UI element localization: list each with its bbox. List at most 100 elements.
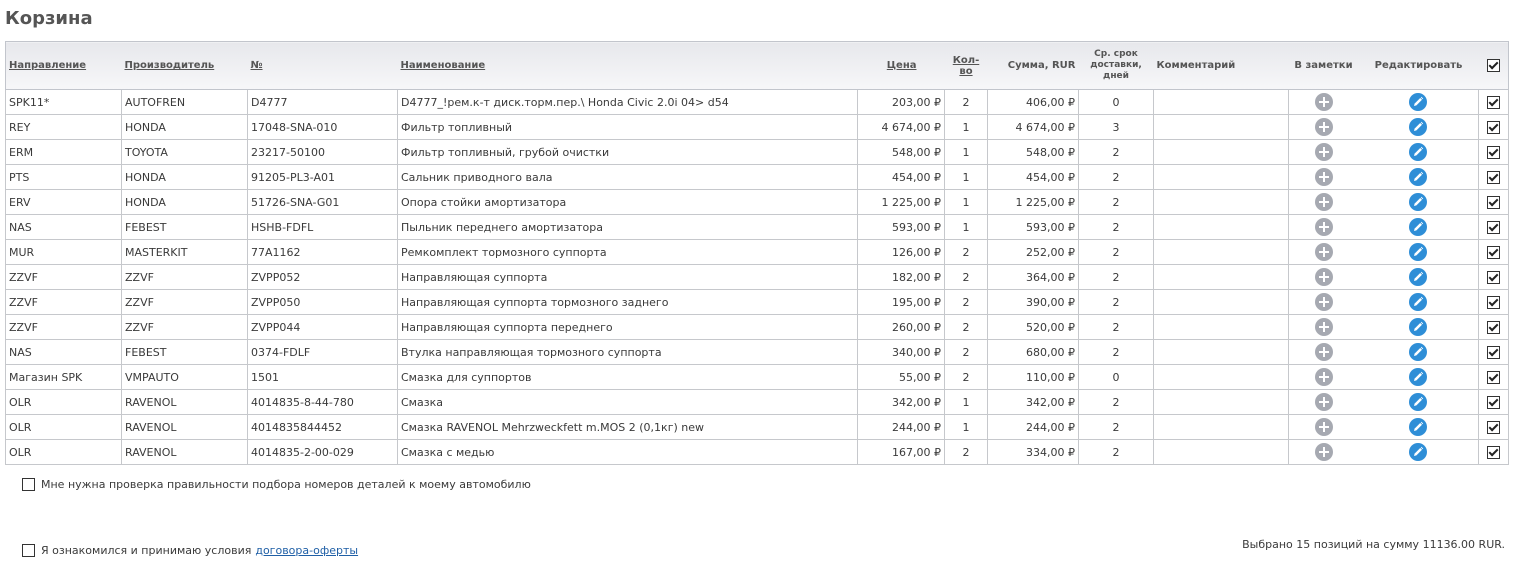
select-all-checkbox[interactable] [1486,59,1500,72]
pencil-circle-icon[interactable] [1409,193,1428,211]
pencil-circle-icon[interactable] [1409,443,1428,461]
cell-number: 4014835844452 [247,414,398,440]
plus-circle-icon[interactable] [1314,193,1333,211]
pencil-circle-icon[interactable] [1409,218,1428,236]
row-select-checkbox[interactable] [1487,445,1500,459]
cell-delivery: 2 [1078,289,1154,315]
plus-circle-icon[interactable] [1314,393,1333,411]
cell-manufacturer: FEBEST [121,214,248,240]
pencil-circle-icon[interactable] [1409,268,1428,286]
pencil-circle-icon[interactable] [1409,243,1428,261]
cell-delivery: 2 [1078,139,1154,165]
plus-circle-icon[interactable] [1314,93,1333,111]
cell-edit [1358,439,1479,465]
row-select-checkbox[interactable] [1487,295,1500,309]
row-select-checkbox[interactable] [1487,395,1500,409]
agree-terms-checkbox[interactable] [22,544,35,557]
row-select-checkbox[interactable] [1487,170,1500,184]
col-manufacturer[interactable]: Производитель [121,41,248,90]
pencil-circle-icon[interactable] [1409,368,1428,386]
plus-circle-icon[interactable] [1314,268,1333,286]
pencil-circle-icon[interactable] [1409,143,1428,161]
pencil-circle-icon[interactable] [1409,293,1428,311]
table-row: ERV HONDA 51726-SNA-G01 Опора стойки аморти… [5,189,1509,215]
plus-circle-icon[interactable] [1314,218,1333,236]
cell-select [1478,164,1509,190]
row-select-checkbox[interactable] [1487,120,1500,134]
cell-notes [1288,239,1359,265]
col-direction[interactable]: Направление [5,41,122,90]
row-select-checkbox[interactable] [1487,195,1500,209]
cell-number: 91205-PL3-A01 [247,164,398,190]
cell-edit [1358,314,1479,340]
cell-edit [1358,239,1479,265]
row-select-checkbox[interactable] [1487,245,1500,259]
cell-delivery: 2 [1078,189,1154,215]
cell-qty: 1 [944,414,988,440]
col-number[interactable]: № [247,41,398,90]
plus-circle-icon[interactable] [1314,418,1333,436]
cell-price: 593,00 ₽ [857,214,945,240]
check-parts-checkbox[interactable] [22,478,35,491]
row-select-checkbox[interactable] [1487,220,1500,234]
pencil-circle-icon[interactable] [1409,343,1428,361]
cell-manufacturer: ZZVF [121,264,248,290]
pencil-circle-icon[interactable] [1409,168,1428,186]
plus-circle-icon[interactable] [1314,243,1333,261]
cell-manufacturer: HONDA [121,189,248,215]
col-qty[interactable]: Кол-во [944,41,988,90]
pencil-circle-icon[interactable] [1409,93,1428,111]
cell-name: Направляющая суппорта тормозного заднего [397,289,858,315]
row-select-checkbox[interactable] [1487,145,1500,159]
cell-comment [1153,214,1289,240]
cell-manufacturer: RAVENOL [121,389,248,415]
pencil-circle-icon[interactable] [1409,393,1428,411]
row-select-checkbox[interactable] [1487,95,1500,109]
cell-edit [1358,164,1479,190]
cell-comment [1153,339,1289,365]
cell-manufacturer: RAVENOL [121,414,248,440]
plus-circle-icon[interactable] [1314,168,1333,186]
cell-edit [1358,189,1479,215]
col-price[interactable]: Цена [857,41,945,90]
plus-circle-icon[interactable] [1314,318,1333,336]
row-select-checkbox[interactable] [1487,270,1500,284]
plus-circle-icon[interactable] [1314,143,1333,161]
cell-name: Направляющая суппорта переднего [397,314,858,340]
pencil-circle-icon[interactable] [1409,118,1428,136]
cell-edit [1358,289,1479,315]
row-select-checkbox[interactable] [1487,370,1500,384]
table-row: ZZVF ZZVF ZVPP044 Направляющая суппорта пер… [5,314,1509,340]
offer-contract-link[interactable]: договора-оферты [255,544,358,557]
pencil-circle-icon[interactable] [1409,418,1428,436]
cell-price: 260,00 ₽ [857,314,945,340]
table-row: ZZVF ZZVF ZVPP052 Направляющая суппорта 182,… [5,264,1509,290]
cell-notes [1288,264,1359,290]
plus-circle-icon[interactable] [1314,293,1333,311]
cell-qty: 1 [944,389,988,415]
row-select-checkbox[interactable] [1487,345,1500,359]
row-select-checkbox[interactable] [1487,320,1500,334]
cell-select [1478,339,1509,365]
cell-select [1478,239,1509,265]
cell-edit [1358,389,1479,415]
cell-direction: OLR [5,389,122,415]
cell-delivery: 2 [1078,314,1154,340]
cell-sum: 548,00 ₽ [987,139,1079,165]
cell-name: Ремкомплект тормозного суппорта [397,239,858,265]
plus-circle-icon[interactable] [1314,118,1333,136]
cell-price: 454,00 ₽ [857,164,945,190]
cell-number: 0374-FDLF [247,339,398,365]
pencil-circle-icon[interactable] [1409,318,1428,336]
table-row: PTS HONDA 91205-PL3-A01 Сальник приводного … [5,164,1509,190]
plus-circle-icon[interactable] [1314,368,1333,386]
plus-circle-icon[interactable] [1314,343,1333,361]
cell-sum: 4 674,00 ₽ [987,114,1079,140]
row-select-checkbox[interactable] [1487,420,1500,434]
plus-circle-icon[interactable] [1314,443,1333,461]
cell-edit [1358,139,1479,165]
check-parts-label: Мне нужна проверка правильности подбора … [41,478,531,491]
cell-notes [1288,164,1359,190]
cell-name: Опора стойки амортизатора [397,189,858,215]
col-name[interactable]: Наименование [397,41,858,90]
